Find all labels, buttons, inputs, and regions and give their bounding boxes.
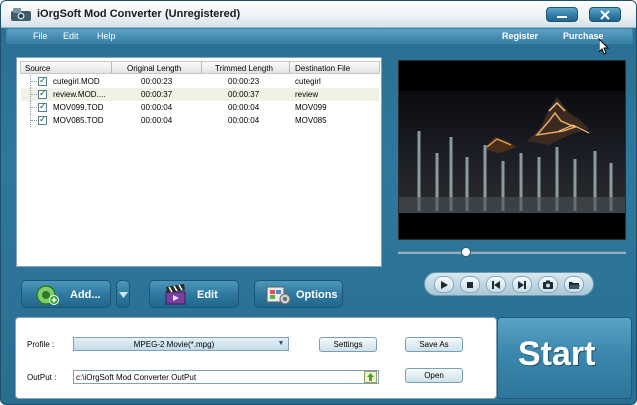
row-checkbox[interactable]: [38, 101, 47, 112]
options-icon: [266, 286, 291, 305]
column-divider: [111, 62, 112, 73]
minimize-icon: [557, 15, 567, 18]
register-link[interactable]: Register: [502, 31, 538, 41]
chevron-down-icon: [119, 292, 128, 298]
playback-controls: [424, 272, 594, 296]
options-button-label: Options: [296, 289, 338, 301]
cell-source: review.MOD....: [53, 90, 106, 99]
cell-trimmed-length: 00:00:04: [228, 103, 260, 112]
cell-source: cutegirl.MOD: [53, 77, 100, 86]
row-checkbox[interactable]: [38, 75, 47, 86]
tree-line: [30, 88, 37, 101]
cell-destination-file: review: [295, 90, 319, 99]
app-title: iOrgSoft Mod Converter: [37, 8, 162, 20]
menu-bar: File Edit Help Register Purchase: [6, 28, 633, 44]
output-label: OutPut :: [27, 373, 57, 382]
file-list-header: Source Original Length Trimmed Length De…: [20, 61, 380, 74]
title-bar: iOrgSoft Mod Converter (Unregistered): [1, 1, 636, 28]
app-logo-icon: [11, 8, 31, 21]
stop-button[interactable]: [460, 276, 480, 293]
row-checkbox[interactable]: [38, 114, 47, 125]
seek-handle[interactable]: [461, 247, 472, 257]
file-list[interactable]: Source Original Length Trimmed Length De…: [16, 57, 382, 267]
app-window: iOrgSoft Mod Converter (Unregistered) Fi…: [0, 0, 637, 405]
cell-source: MOV099.TOD: [53, 103, 104, 112]
column-divider: [289, 62, 290, 73]
next-icon: [518, 280, 526, 289]
play-icon: [441, 280, 448, 289]
cell-destination-file: cutegirl: [295, 77, 321, 86]
cell-original-length: 00:00:23: [141, 77, 173, 86]
minimize-button[interactable]: [546, 7, 578, 22]
profile-label: Profile :: [27, 340, 55, 349]
tree-line: [30, 101, 37, 114]
play-button[interactable]: [434, 276, 454, 293]
video-preview: [398, 60, 626, 240]
add-button-label: Add...: [70, 289, 101, 301]
cell-destination-file: MOV085: [295, 116, 327, 125]
table-row[interactable]: MOV099.TOD 00:00:04 00:00:04 MOV099: [21, 101, 379, 114]
column-source[interactable]: Source: [25, 64, 50, 73]
cell-original-length: 00:00:04: [141, 116, 173, 125]
registration-status: (Unregistered): [165, 8, 241, 20]
stop-icon: [467, 281, 473, 288]
previous-icon: [492, 280, 500, 289]
output-settings-panel: Profile : MPEG-2 Movie(*.mpg) ▼ Settings…: [15, 317, 497, 399]
menu-file[interactable]: File: [33, 31, 48, 41]
column-trimmed-length[interactable]: Trimmed Length: [215, 64, 273, 73]
folder-icon: [569, 281, 580, 289]
column-destination-file[interactable]: Destination File: [295, 64, 350, 73]
cell-destination-file: MOV099: [295, 103, 327, 112]
cell-trimmed-length: 00:00:04: [228, 116, 260, 125]
add-button[interactable]: Add...: [21, 280, 111, 308]
next-button[interactable]: [512, 276, 532, 293]
clapperboard-icon: [165, 284, 186, 305]
cell-trimmed-length: 00:00:23: [228, 77, 260, 86]
profile-value: MPEG-2 Movie(*.mpg): [133, 340, 215, 349]
tree-line: [30, 114, 37, 127]
previous-button[interactable]: [486, 276, 506, 293]
video-frame-image: [399, 61, 625, 239]
menu-help[interactable]: Help: [97, 31, 116, 41]
settings-button[interactable]: Settings: [319, 337, 377, 352]
close-button[interactable]: [589, 7, 621, 22]
snapshot-button[interactable]: [538, 276, 558, 293]
row-checkbox[interactable]: [38, 88, 47, 99]
seek-bar[interactable]: [398, 251, 626, 254]
cell-original-length: 00:00:37: [141, 90, 173, 99]
start-button[interactable]: Start: [497, 317, 632, 399]
column-divider: [201, 62, 202, 73]
open-button[interactable]: Open: [405, 368, 463, 383]
edit-button[interactable]: Edit: [149, 280, 239, 308]
snapshot-icon: [543, 280, 553, 289]
profile-select[interactable]: MPEG-2 Movie(*.mpg) ▼: [73, 337, 289, 351]
options-button[interactable]: Options: [254, 280, 343, 308]
mouse-cursor-icon: [599, 39, 609, 55]
cell-source: MOV085.TOD: [53, 116, 104, 125]
cell-trimmed-length: 00:00:37: [228, 90, 260, 99]
table-row[interactable]: review.MOD.... 00:00:37 00:00:37 review: [21, 88, 379, 101]
close-icon: [600, 9, 610, 20]
table-row[interactable]: MOV085.TOD 00:00:04 00:00:04 MOV085: [21, 114, 379, 127]
save-as-button[interactable]: Save As: [405, 337, 463, 352]
start-button-label: Start: [518, 335, 596, 373]
tree-line: [30, 75, 37, 88]
column-original-length[interactable]: Original Length: [127, 64, 181, 73]
cell-original-length: 00:00:04: [141, 103, 173, 112]
open-folder-button[interactable]: [564, 276, 584, 293]
table-row[interactable]: cutegirl.MOD 00:00:23 00:00:23 cutegirl: [21, 75, 379, 88]
edit-button-label: Edit: [197, 289, 218, 301]
add-file-icon: [36, 285, 59, 305]
output-path-field[interactable]: c:\iOrgSoft Mod Converter OutPut: [73, 370, 379, 384]
purchase-link[interactable]: Purchase: [563, 31, 604, 41]
chevron-down-icon: ▼: [277, 340, 285, 347]
add-dropdown-button[interactable]: [116, 280, 130, 308]
menu-edit[interactable]: Edit: [63, 31, 79, 41]
browse-folder-icon[interactable]: [364, 371, 377, 383]
